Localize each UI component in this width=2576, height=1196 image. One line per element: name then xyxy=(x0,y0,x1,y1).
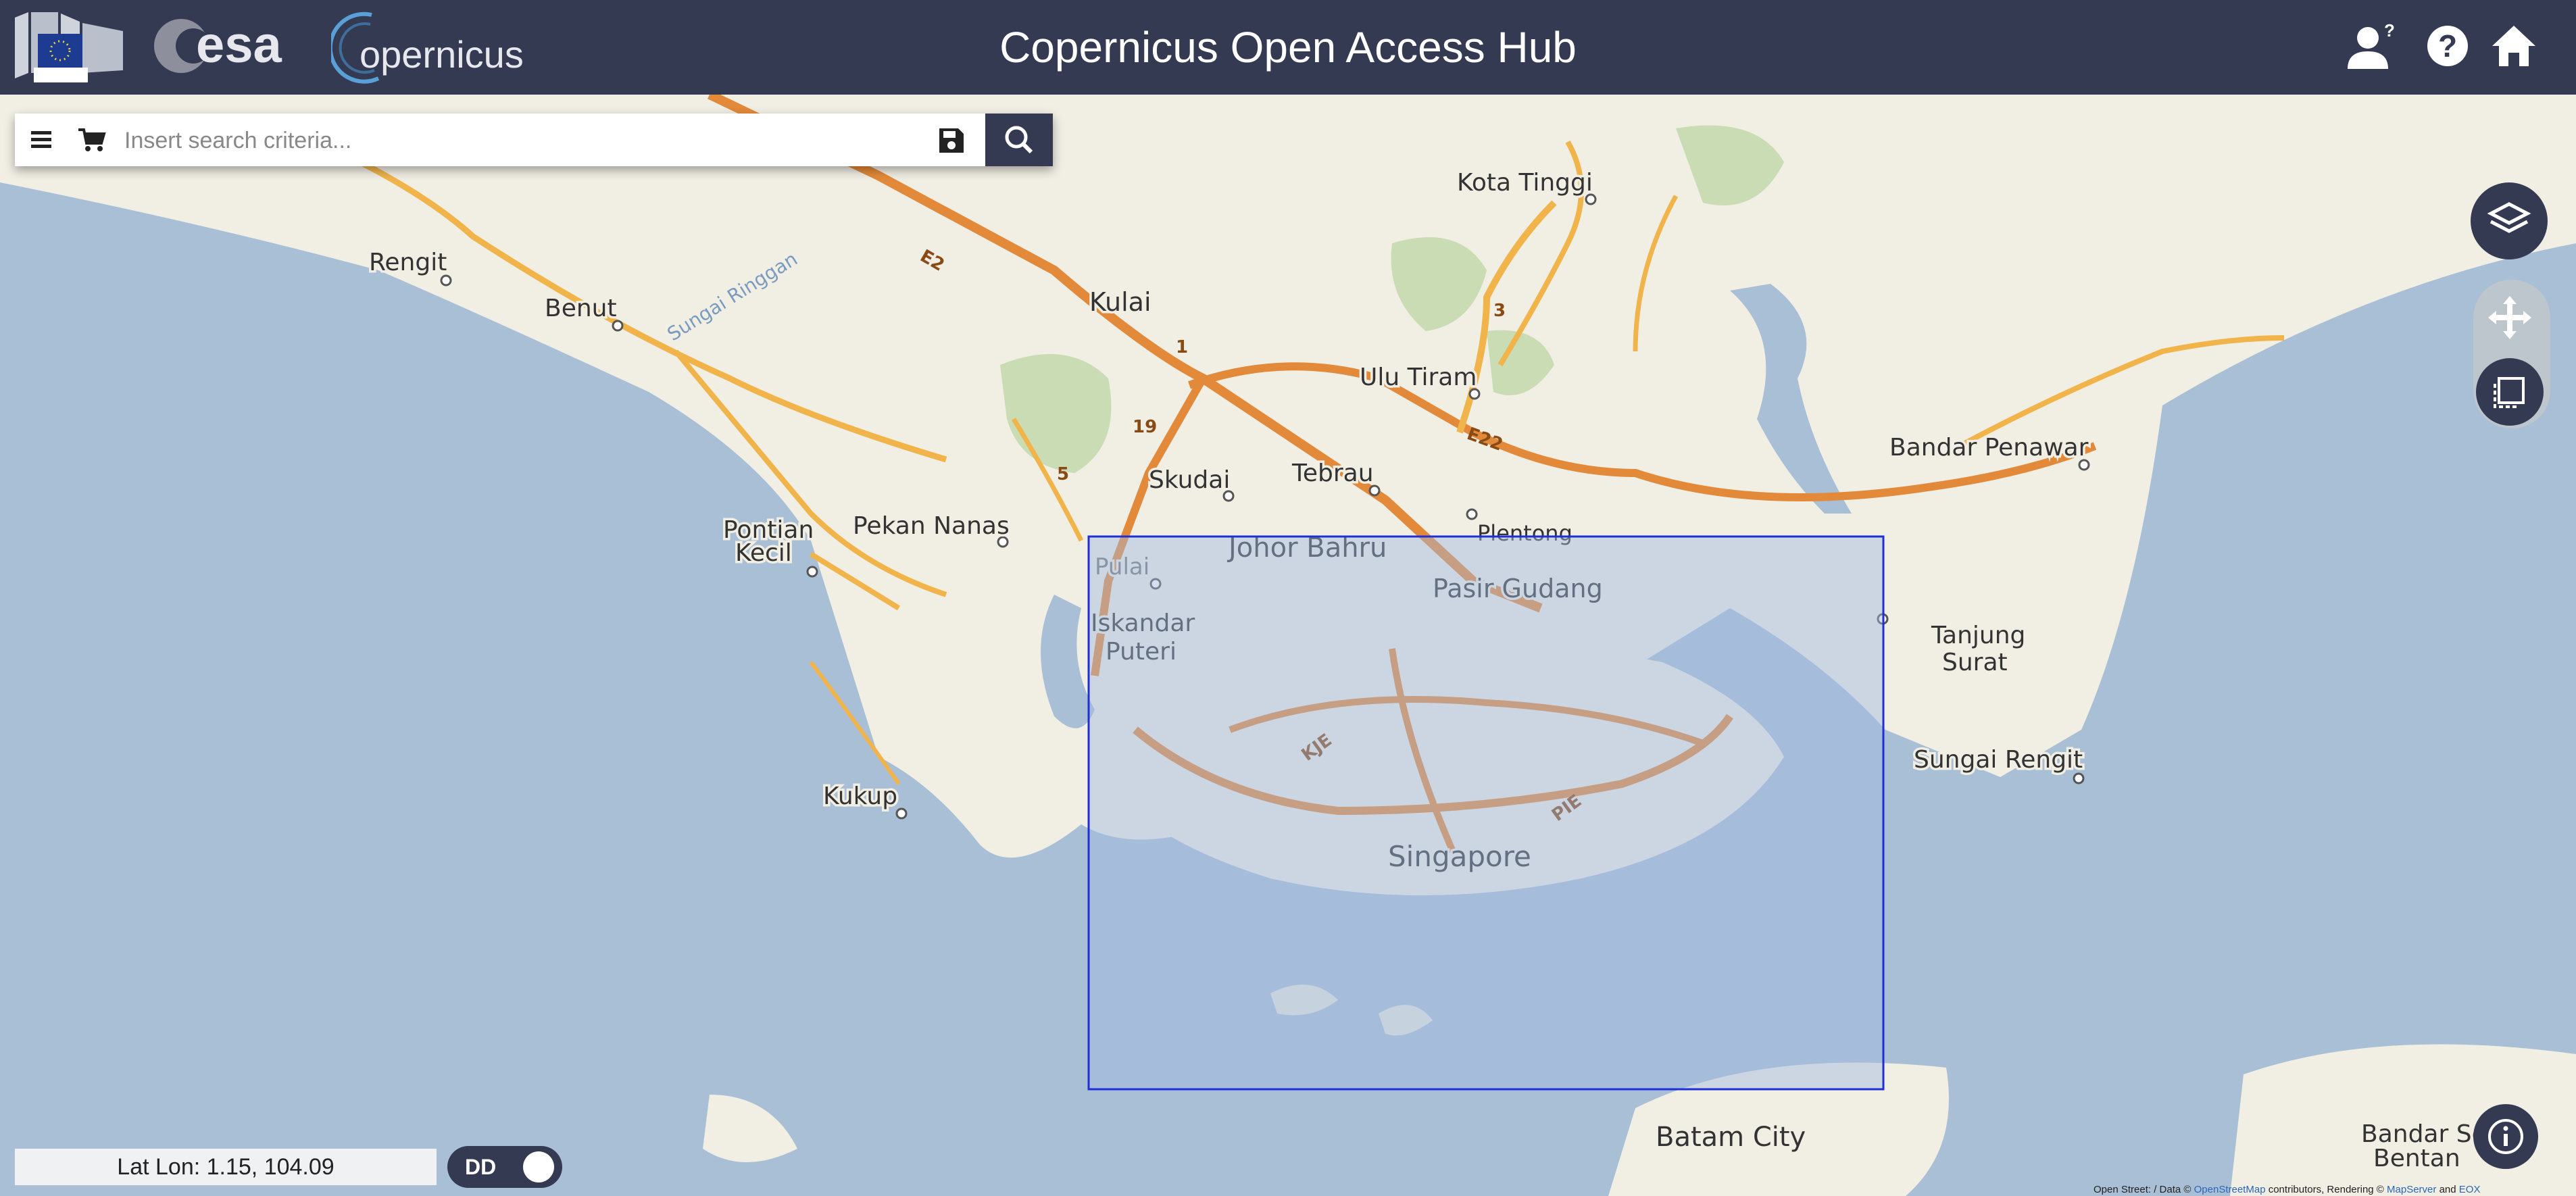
user-help-icon[interactable]: ? xyxy=(2345,19,2399,73)
attribution-and: and xyxy=(2439,1184,2456,1195)
map-label-bentan: Bentan xyxy=(2373,1145,2460,1172)
menu-icon[interactable] xyxy=(24,123,58,157)
map-label-sungai-rengit: Sungai Rengit xyxy=(1914,746,2083,774)
map-label-bandar-penawar: Bandar Penawar xyxy=(1889,434,2089,462)
search-bar xyxy=(15,114,1053,166)
map-canvas[interactable]: Kota Tinggi Rengit Benut Kulai Ulu Tiram… xyxy=(0,95,2576,1196)
info-icon xyxy=(2488,1119,2523,1154)
map-label-surat: Surat xyxy=(1942,649,2008,676)
road-label-19: 19 xyxy=(1133,417,1157,437)
search-button[interactable] xyxy=(985,114,1053,166)
info-button[interactable] xyxy=(2473,1104,2538,1169)
cart-icon[interactable] xyxy=(74,123,108,157)
search-input[interactable] xyxy=(123,120,937,161)
coordinate-format-toggle[interactable]: DD xyxy=(447,1146,562,1188)
eox-link[interactable]: EOX xyxy=(2459,1184,2481,1195)
map-attribution: Open Street: / Data © OpenStreetMap cont… xyxy=(2094,1184,2480,1195)
map-label-ulu-tiram: Ulu Tiram xyxy=(1360,364,1477,391)
mapserver-link[interactable]: MapServer xyxy=(2387,1184,2436,1195)
attribution-prefix: Open Street: / Data © xyxy=(2094,1184,2191,1195)
coordinate-format-label: DD xyxy=(465,1155,497,1179)
map-label-kecil: Kecil xyxy=(735,539,792,567)
map-label-tanjung: Tanjung xyxy=(1931,622,2025,649)
map-label-skudai: Skudai xyxy=(1149,466,1230,494)
map-label-pekan-nanas: Pekan Nanas xyxy=(853,512,1010,540)
area-select-button[interactable] xyxy=(2476,358,2544,426)
openstreetmap-link[interactable]: OpenStreetMap xyxy=(2194,1184,2266,1195)
save-icon[interactable] xyxy=(934,123,968,157)
layers-button[interactable] xyxy=(2471,182,2548,259)
search-icon xyxy=(1005,126,1033,154)
map-label-bandar-se: Bandar Se xyxy=(2361,1120,2487,1148)
pan-button[interactable] xyxy=(2476,284,2544,351)
map-label-tebrau: Tebrau xyxy=(1291,459,1374,487)
area-selection-rectangle[interactable] xyxy=(1087,535,1885,1091)
road-label-5: 5 xyxy=(1057,464,1069,484)
map-label-kulai: Kulai xyxy=(1089,287,1151,317)
svg-text:?: ? xyxy=(2438,28,2457,64)
home-icon[interactable] xyxy=(2487,19,2541,73)
latlon-readout: Lat Lon: 1.15, 104.09 xyxy=(15,1149,437,1185)
road-label-1: 1 xyxy=(1176,337,1188,357)
toggle-knob xyxy=(523,1151,554,1182)
top-header: esa opernicus Copernicus Open Access Hub… xyxy=(0,0,2576,95)
map-label-rengit: Rengit xyxy=(369,249,447,276)
map-label-kota-tinggi: Kota Tinggi xyxy=(1457,169,1593,197)
page-title: Copernicus Open Access Hub xyxy=(999,23,1577,72)
map-label-batam-city: Batam City xyxy=(1656,1122,1806,1153)
pan-icon xyxy=(2488,296,2531,339)
map-label-benut: Benut xyxy=(545,295,617,322)
help-icon[interactable]: ? xyxy=(2421,19,2475,73)
layers-icon xyxy=(2487,202,2531,233)
road-label-3: 3 xyxy=(1493,301,1506,321)
map-view[interactable]: Kota Tinggi Rengit Benut Kulai Ulu Tiram… xyxy=(0,95,2576,1196)
attribution-mid: contributors, Rendering © xyxy=(2268,1184,2384,1195)
map-label-kukup: Kukup xyxy=(823,782,897,810)
svg-text:?: ? xyxy=(2384,20,2395,41)
area-select-icon xyxy=(2494,377,2525,408)
